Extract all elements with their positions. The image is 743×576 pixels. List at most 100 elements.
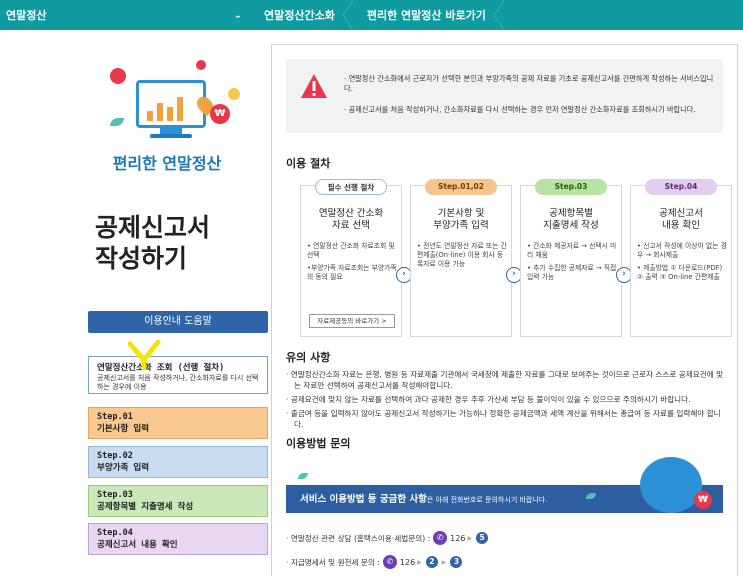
procedure-heading-line1: 공제항목별 <box>549 208 593 219</box>
phone-icon: ✆ <box>433 531 448 545</box>
procedure-box-step-01-02: Step.01,02 기본사항 및 부양가족 입력 • 전년도 연말정산 자료 … <box>410 179 512 337</box>
procedure-list: • 전년도 연말정산 자료 또는 간편제출(On-line) 이용 회사 등록자… <box>417 242 509 273</box>
step-label: 부양가족 입력 <box>97 463 150 473</box>
contact-banner-text: 서비스 이용방법 등 궁금한 사항은 아래 전화번호로 문의하시기 바랍니다. <box>300 491 547 505</box>
caution-item: · 출금여 등을 입력하지 않아도 공제신고서 작성하기는 가능하나 정확한 공… <box>286 409 721 429</box>
consultant-illustration <box>640 457 702 513</box>
procedure-heading: 기본사항 및 부양가족 입력 <box>411 208 511 232</box>
contact-title: 이용방법 문의 <box>286 437 351 450</box>
step-04-confirm[interactable]: Step.04 공제신고서 내용 확인 <box>88 523 268 555</box>
coin-icon <box>228 88 240 100</box>
procedure-heading: 공제신고서 내용 확인 <box>631 208 731 232</box>
procedure-list: • 연말정산 간소화 자료조회 및 선택 •부양가족 자료조회는 부양가족의 동… <box>307 242 399 286</box>
phone-number: 126 <box>450 533 466 543</box>
procedure-badge: Step.03 <box>535 179 607 195</box>
contact-banner: 서비스 이용방법 등 궁금한 사항은 아래 전화번호로 문의하시기 바랍니다. … <box>286 457 723 513</box>
step-02-dependents[interactable]: Step.02 부양가족 입력 <box>88 446 268 478</box>
contact-banner-main: 서비스 이용방법 등 궁금한 사항 <box>300 494 427 505</box>
step-label: 기본사항 입력 <box>97 424 150 434</box>
step-label: 공제신고서 내용 확인 <box>97 540 178 550</box>
step-label: 공제항목별 지출명세 작성 <box>97 502 194 512</box>
procedure-title: 이용 절차 <box>286 157 331 170</box>
procedure-list-item: •부양가족 자료조회는 부양가족의 동의 필요 <box>307 264 397 281</box>
year-end-illustration: ₩ <box>80 58 270 150</box>
won-coin-icon: ₩ <box>210 104 230 124</box>
step-number: Step.04 <box>97 528 133 538</box>
heart-icon <box>196 60 206 70</box>
procedure-list-item: • 전년도 연말정산 자료 또는 간편제출(On-line) 이용 회사 등록자… <box>417 242 507 268</box>
contact-line-label: · 연말정산 관련 상담 (홈택스이용·세법문의) : <box>286 533 431 543</box>
step-number: Step.01 <box>97 412 133 422</box>
procedure-heading-line1: 공제신고서 <box>659 208 703 219</box>
caution-title: 유의 사항 <box>286 351 331 364</box>
phone-number: 126 <box>399 557 416 567</box>
procedure-box-step-04: Step.04 공제신고서 내용 확인 • 신고서 작성에 이상이 없는 경우 … <box>630 179 732 337</box>
contact-line-year-end: · 연말정산 관련 상담 (홈택스이용·세법문의) : ✆ 126 ▶ 5 <box>286 531 490 545</box>
page-title: 공제신고서 작성하기 <box>95 212 270 274</box>
page-subtitle: 편리한 연말정산 <box>112 154 222 173</box>
main-content-panel: · 연말정산 간소화에서 근로자가 선택한 본인과 부양가족의 공제 자료를 기… <box>271 44 738 576</box>
page-title-line2: 작성하기 <box>95 244 188 273</box>
won-coin-icon: ₩ <box>694 491 712 509</box>
breadcrumb-convenient-shortcut[interactable]: 편리한 연말정산 바로가기 <box>353 0 504 30</box>
left-panel: ₩ 편리한 연말정산 공제신고서 작성하기 <box>80 58 270 274</box>
cursor-highlight-mark <box>128 340 161 370</box>
procedure-heading-line2: 자료 선택 <box>332 220 370 231</box>
warning-icon <box>301 74 327 98</box>
leaf-icon <box>586 493 596 499</box>
page-title-line1: 공제신고서 <box>95 213 211 242</box>
menu-number-badge: 3 <box>450 556 463 568</box>
contact-banner-sub: 은 아래 전화번호로 문의하시기 바랍니다. <box>426 496 548 504</box>
contact-line-label: · 지급명세서 및 원천세 문의 : <box>286 557 380 567</box>
breadcrumb-simplified[interactable]: 연말정산간소화 <box>250 0 353 30</box>
service-notice: · 연말정산 간소화에서 근로자가 선택한 본인과 부양가족의 공제 자료를 기… <box>286 59 723 133</box>
pre-step-title: 연말정산간소화 조회 (선행 절차) <box>97 363 225 373</box>
caution-item: · 공제요건에 맞지 않는 자료를 선택하여 과다 공제한 경우 추후 가산세 … <box>286 395 691 404</box>
triangle-right-icon: ▶ <box>441 558 447 566</box>
usage-guide-button[interactable]: 이용안내 도움말 <box>88 311 268 333</box>
procedure-heading: 공제항목별 지출명세 작성 <box>521 208 621 232</box>
monitor-chart-icon <box>136 80 206 128</box>
step-number: Step.02 <box>97 451 133 461</box>
procedure-badge: 필수 선행 절차 <box>315 179 387 195</box>
procedure-badge: Step.01,02 <box>425 179 497 195</box>
procedure-heading-line1: 기본사항 및 <box>437 208 485 219</box>
step-number: Step.03 <box>97 490 133 500</box>
breadcrumb-label-year-end: 연말정산 <box>6 9 47 22</box>
triangle-right-icon: ▶ <box>467 534 473 542</box>
notice-text-2: · 공제신고서를 처음 작성하거나, 간소화자료를 다시 선택하는 경우 먼저 … <box>344 105 696 114</box>
procedure-heading-line2: 부양가족 입력 <box>433 220 489 231</box>
top-navigation-bar: 연말정산 ⌄ 연말정산간소화 편리한 연말정산 바로가기 <box>0 0 743 30</box>
breadcrumb-menu-year-end[interactable]: 연말정산 ⌄ <box>0 7 250 23</box>
procedure-heading-line1: 연말정산 간소화 <box>318 208 384 219</box>
pre-step-simplified-lookup[interactable]: 연말정산간소화 조회 (선행 절차) 공제신고서를 처음 작성하거나, 간소화자… <box>88 356 268 394</box>
procedure-list: • 간소화 제공자료 → 선택시 미리 채움 • 추가 수집한 공제자료 → 직… <box>527 242 619 286</box>
leaf-icon <box>110 118 124 126</box>
step-01-basic-info[interactable]: Step.01 기본사항 입력 <box>88 407 268 439</box>
procedure-flow: 필수 선행 절차 연말정산 간소화 자료 선택 • 연말정산 간소화 자료조회 … <box>286 175 732 337</box>
procedure-list-item: • 신고서 작성에 이상이 없는 경우 → 회사제출 <box>637 242 727 259</box>
caution-list: · 연말정산간소화 자료는 은행, 병원 등 자료제출 기관에서 국세청에 제출… <box>286 369 726 433</box>
procedure-badge: Step.04 <box>645 179 717 195</box>
procedure-box-step-03: Step.03 공제항목별 지출명세 작성 • 간소화 제공자료 → 선택시 미… <box>520 179 622 337</box>
menu-number-badge: 2 <box>425 556 438 568</box>
procedure-heading-line2: 지출명세 작성 <box>543 220 599 231</box>
procedure-list: • 신고서 작성에 이상이 없는 경우 → 회사제출 • 제출방법 ① 다운로드… <box>637 242 729 286</box>
leaf-icon <box>298 473 308 479</box>
menu-number-badge: 5 <box>476 532 489 544</box>
procedure-heading-line2: 내용 확인 <box>662 220 700 231</box>
triangle-right-icon: ▶ <box>417 558 422 566</box>
heart-icon <box>110 68 126 84</box>
step-03-expense-details[interactable]: Step.03 공제항목별 지출명세 작성 <box>88 485 268 517</box>
caution-item: · 연말정산간소화 자료는 은행, 병원 등 자료제출 기관에서 국세청에 제출… <box>286 370 724 390</box>
procedure-list-item: • 간소화 제공자료 → 선택시 미리 채움 <box>527 242 617 259</box>
procedure-box-prerequisite: 필수 선행 절차 연말정산 간소화 자료 선택 • 연말정산 간소화 자료조회 … <box>300 179 402 337</box>
notice-text-1: · 연말정산 간소화에서 근로자가 선택한 본인과 부양가족의 공제 자료를 기… <box>344 74 714 93</box>
phone-icon: ✆ <box>382 555 397 569</box>
procedure-list-item: • 추가 수집한 공제자료 → 직접입력 가능 <box>527 264 617 281</box>
contact-line-withholding: · 지급명세서 및 원천세 문의 : ✆ 126 ▶ 2 ▶ 3 <box>286 555 464 569</box>
procedure-heading: 연말정산 간소화 자료 선택 <box>301 208 401 232</box>
chevron-down-icon[interactable]: ⌄ <box>234 10 242 21</box>
consent-shortcut-button[interactable]: 자료제공동의 바로가기 > <box>309 314 395 328</box>
procedure-list-item: • 연말정산 간소화 자료조회 및 선택 <box>307 242 395 259</box>
